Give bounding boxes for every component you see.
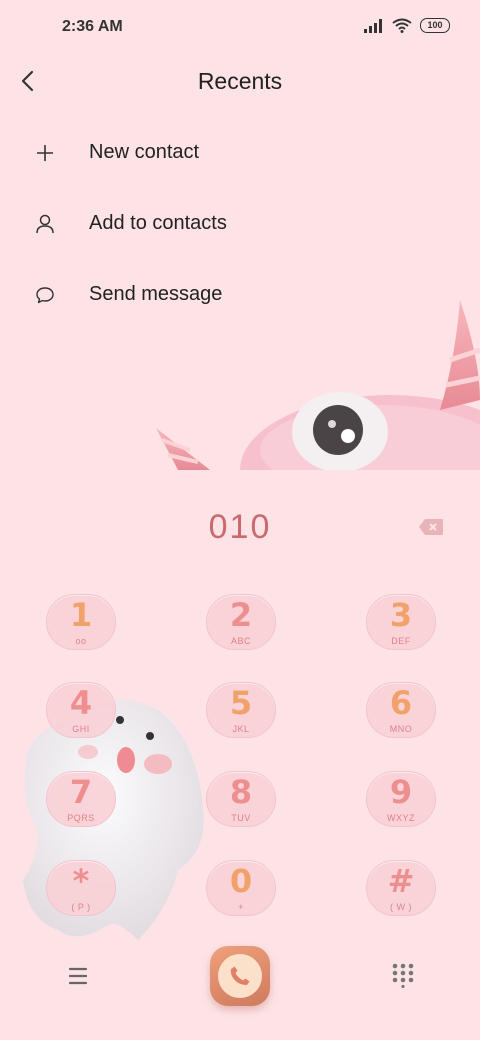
- phone-icon: [218, 954, 262, 998]
- bottom-bar: [0, 940, 480, 1020]
- key-hash[interactable]: # ( W ): [366, 860, 436, 916]
- key-digit: 8: [229, 773, 253, 811]
- menu-item-label: New contact: [89, 141, 200, 163]
- key-9[interactable]: 9 WXYZ: [366, 771, 436, 827]
- add-to-contacts-item[interactable]: Add to contacts: [0, 188, 480, 259]
- key-1[interactable]: 1 oo: [46, 594, 116, 650]
- key-digit: 7: [69, 773, 93, 811]
- plus-icon: [32, 140, 58, 166]
- battery-indicator: 100: [420, 18, 450, 33]
- dialed-number: 010: [208, 508, 272, 546]
- key-letters: JKL: [232, 724, 250, 734]
- key-letters: +: [238, 902, 244, 912]
- call-button[interactable]: [210, 946, 270, 1006]
- status-time: 2:36 AM: [62, 18, 123, 35]
- key-digit: 5: [229, 684, 253, 722]
- new-contact-item[interactable]: New contact: [0, 117, 480, 188]
- key-letters: GHI: [72, 724, 90, 734]
- key-5[interactable]: 5 JKL: [206, 682, 276, 738]
- chat-bubble-icon: [32, 282, 58, 308]
- key-8[interactable]: 8 TUV: [206, 771, 276, 827]
- dial-display: 010: [0, 500, 480, 560]
- key-letters: PQRS: [67, 813, 95, 823]
- page-title: Recents: [197, 68, 283, 94]
- menu-item-label: Add to contacts: [89, 212, 227, 234]
- key-letters: MNO: [389, 724, 413, 734]
- backspace-icon[interactable]: [418, 518, 444, 536]
- key-digit: 2: [229, 596, 253, 634]
- status-icons: 100: [364, 18, 450, 33]
- key-6[interactable]: 6 MNO: [366, 682, 436, 738]
- key-digit: 6: [389, 684, 413, 722]
- key-star[interactable]: * ( P ): [46, 860, 116, 916]
- key-letters: DEF: [391, 636, 411, 646]
- key-letters: TUV: [231, 813, 251, 823]
- action-list: New contact Add to contacts Send message: [0, 117, 480, 330]
- key-digit: 1: [69, 596, 93, 634]
- key-7[interactable]: 7 PQRS: [46, 771, 116, 827]
- key-digit: #: [387, 862, 415, 900]
- key-0[interactable]: 0 +: [206, 860, 276, 916]
- menu-icon[interactable]: [62, 964, 94, 988]
- signal-icon: [364, 18, 382, 33]
- key-digit: *: [72, 862, 90, 900]
- key-digit: 4: [69, 684, 93, 722]
- header: Recents: [0, 56, 480, 108]
- monster-illustration: [156, 300, 480, 470]
- key-digit: 0: [229, 862, 253, 900]
- status-bar: 2:36 AM 100: [0, 0, 480, 56]
- key-letters: oo: [75, 636, 87, 646]
- person-icon: [32, 211, 58, 237]
- key-letters: ( P ): [71, 902, 91, 912]
- key-3[interactable]: 3 DEF: [366, 594, 436, 650]
- key-letters: ABC: [230, 636, 251, 646]
- wifi-icon: [392, 18, 412, 33]
- keypad-toggle-icon[interactable]: [390, 962, 416, 988]
- key-digit: 3: [389, 596, 413, 634]
- key-4[interactable]: 4 GHI: [46, 682, 116, 738]
- key-letters: WXYZ: [387, 813, 415, 823]
- key-letters: ( W ): [390, 902, 412, 912]
- key-digit: 9: [389, 773, 413, 811]
- key-2[interactable]: 2 ABC: [206, 594, 276, 650]
